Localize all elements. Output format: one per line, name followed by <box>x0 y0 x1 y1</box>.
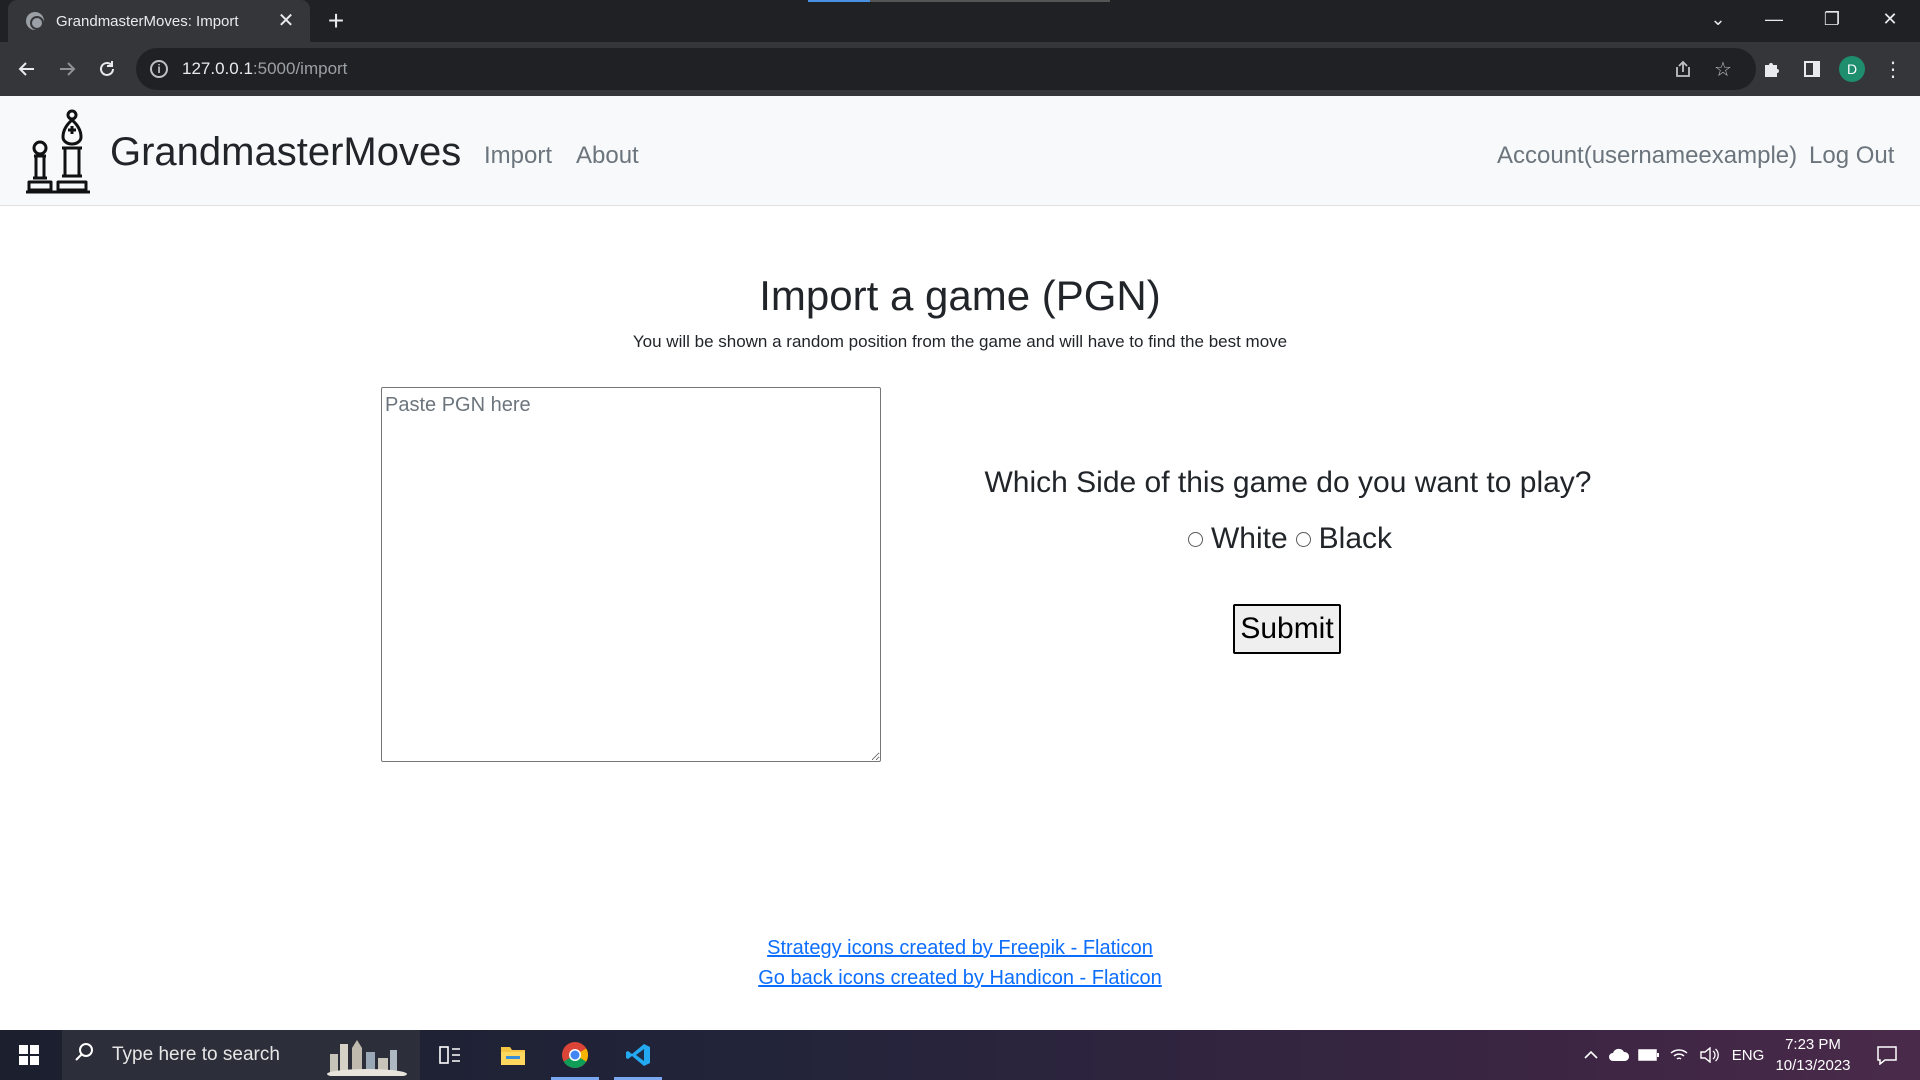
back-arrow-icon[interactable] <box>10 52 44 86</box>
nav-link-import[interactable]: Import <box>484 142 552 170</box>
close-window-button[interactable]: ✕ <box>1862 0 1918 38</box>
chess-pieces-logo-icon[interactable] <box>24 106 96 196</box>
extensions-puzzle-icon[interactable] <box>1755 52 1789 86</box>
side-question: Which Side of this game do you want to p… <box>984 466 1592 499</box>
onedrive-cloud-icon[interactable] <box>1606 1030 1632 1080</box>
windows-start-icon[interactable] <box>0 1030 58 1080</box>
forward-arrow-icon[interactable] <box>50 52 84 86</box>
kebab-menu-icon[interactable]: ⋮ <box>1876 52 1910 86</box>
brand-name[interactable]: GrandmasterMoves <box>110 130 461 175</box>
clock-time: 7:23 PM <box>1785 1036 1841 1053</box>
vscode-app-icon[interactable] <box>608 1030 668 1080</box>
radio-black-label[interactable]: Black <box>1319 522 1392 556</box>
page-subtitle: You will be shown a random position from… <box>632 332 1288 351</box>
clock-date: 10/13/2023 <box>1775 1057 1851 1074</box>
url-host: 127.0.0.1 <box>182 59 253 78</box>
url-path: :5000/import <box>252 59 348 78</box>
side-panel-icon[interactable] <box>1795 52 1829 86</box>
minimize-button[interactable]: — <box>1746 0 1802 38</box>
credit-goback: Go back icons created by Handicon - Flat… <box>0 967 1920 990</box>
windows-taskbar: Type here to search ENG 7:23 PM 10/13/20… <box>0 1030 1920 1080</box>
radio-black[interactable] <box>1295 531 1311 547</box>
credit-strategy: Strategy icons created by Freepik - Flat… <box>0 937 1920 960</box>
site-info-icon[interactable]: i <box>150 60 168 78</box>
address-bar[interactable]: i 127.0.0.1:5000/import ☆ <box>136 48 1756 90</box>
page-title: Import a game (PGN) <box>759 272 1161 319</box>
submit-button[interactable]: Submit <box>1233 604 1341 654</box>
close-tab-icon[interactable]: ✕ <box>274 9 298 33</box>
nav-link-about[interactable]: About <box>576 142 639 170</box>
language-indicator[interactable]: ENG <box>1728 1030 1768 1080</box>
taskbar-clock[interactable]: 7:23 PM 10/13/2023 <box>1768 1034 1858 1076</box>
city-skyline-icon <box>322 1036 412 1080</box>
credit-link-freepik[interactable]: Strategy icons created by Freepik - Flat… <box>767 937 1153 959</box>
browser-tab[interactable]: GrandmasterMoves: Import ✕ <box>8 0 310 42</box>
tabstrip-indicator <box>808 0 1110 2</box>
nav-link-logout[interactable]: Log Out <box>1809 142 1894 170</box>
new-tab-button[interactable]: + <box>322 7 350 36</box>
pgn-input[interactable] <box>381 387 881 762</box>
credit-link-handicon[interactable]: Go back icons created by Handicon - Flat… <box>758 967 1162 989</box>
side-radio-group: White Black <box>938 522 1638 556</box>
chrome-app-icon[interactable] <box>545 1030 605 1080</box>
search-icon <box>74 1042 94 1068</box>
site-navbar: GrandmasterMoves Import About Account(us… <box>0 96 1920 206</box>
globe-icon <box>26 12 44 30</box>
profile-avatar[interactable]: D <box>1839 56 1865 82</box>
nav-link-account[interactable]: Account(usernameexample) <box>1497 142 1797 170</box>
bookmark-star-icon[interactable]: ☆ <box>1708 48 1738 90</box>
taskbar-search-placeholder: Type here to search <box>112 1044 280 1065</box>
wifi-icon[interactable] <box>1666 1030 1692 1080</box>
share-icon[interactable] <box>1668 48 1698 90</box>
tab-title: GrandmasterMoves: Import <box>56 12 239 30</box>
radio-white[interactable] <box>1187 531 1203 547</box>
taskbar-search-box[interactable]: Type here to search <box>62 1030 420 1080</box>
tray-chevron-up-icon[interactable] <box>1578 1030 1604 1080</box>
radio-white-label[interactable]: White <box>1211 522 1288 556</box>
volume-icon[interactable] <box>1696 1030 1722 1080</box>
file-explorer-icon[interactable] <box>483 1030 543 1080</box>
battery-icon[interactable] <box>1636 1030 1662 1080</box>
browser-toolbar: i 127.0.0.1:5000/import ☆ D ⋮ <box>0 42 1920 96</box>
notification-icon[interactable] <box>1864 1030 1910 1080</box>
reload-icon[interactable] <box>90 52 124 86</box>
tab-search-button[interactable]: ⌄ <box>1690 0 1746 38</box>
task-view-icon[interactable] <box>420 1030 480 1080</box>
restore-button[interactable]: ❐ <box>1804 0 1860 38</box>
browser-tabstrip: GrandmasterMoves: Import ✕ + ⌄ — ❐ ✕ <box>0 0 1920 42</box>
